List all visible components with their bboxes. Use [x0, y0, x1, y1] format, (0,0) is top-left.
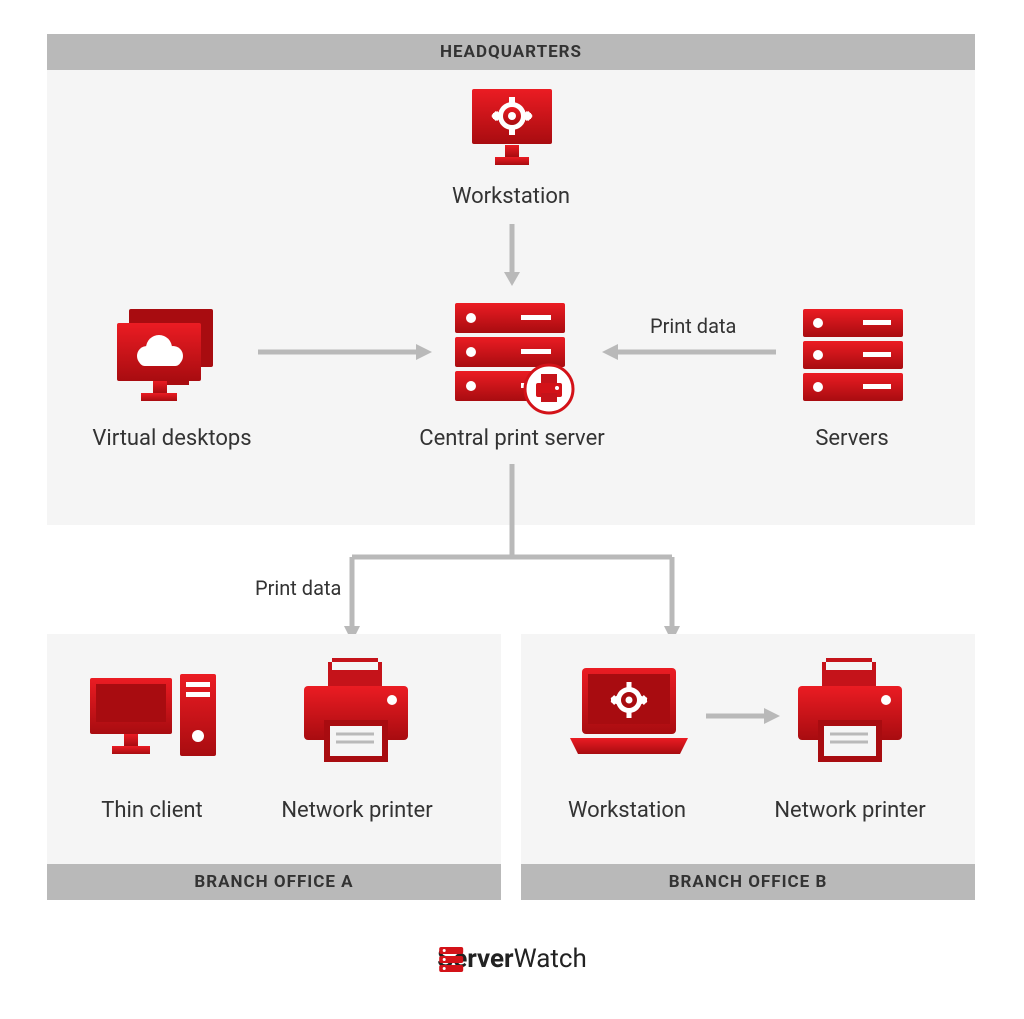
- network-printer-b-icon: [790, 658, 910, 773]
- thin-client-icon: [84, 668, 224, 778]
- network-printer-b-label: Network printer: [730, 798, 970, 823]
- virtual-desktops-label: Virtual desktops: [52, 426, 292, 451]
- central-print-server-label: Central print server: [392, 426, 632, 451]
- arrow-servers-to-central: [598, 340, 778, 364]
- network-printer-a-icon: [296, 658, 416, 773]
- arrow-workstation-to-central: [500, 222, 524, 290]
- branch-a-header: BRANCH OFFICE A: [47, 864, 501, 900]
- arrow-vdesktops-to-central: [256, 340, 436, 364]
- workstation-label: Workstation: [391, 184, 631, 209]
- connector-central-to-branches: [270, 462, 760, 652]
- edge-print-data-branches: Print data: [255, 576, 341, 600]
- network-printer-a-label: Network printer: [237, 798, 477, 823]
- hq-title: HEADQUARTERS: [440, 42, 582, 62]
- arrow-workstation-b-to-printer: [704, 704, 784, 728]
- hq-header: HEADQUARTERS: [47, 34, 975, 70]
- servers-icon: [798, 305, 908, 405]
- servers-label: Servers: [732, 426, 972, 451]
- brand-logo-icon: [437, 945, 465, 973]
- workstation-icon: [467, 85, 557, 170]
- branch-b-workstation-icon: [564, 660, 694, 770]
- thin-client-label: Thin client: [32, 798, 272, 823]
- central-print-server-icon: [449, 297, 579, 417]
- brand-name-reg: Watch: [514, 944, 587, 974]
- branch-b-header: BRANCH OFFICE B: [521, 864, 975, 900]
- edge-print-data-right: Print data: [650, 314, 736, 338]
- branch-a-title: BRANCH OFFICE A: [194, 872, 353, 892]
- branch-b-title: BRANCH OFFICE B: [669, 872, 828, 892]
- brand-logo: ServerWatch: [437, 944, 587, 974]
- branch-b-workstation-label: Workstation: [507, 798, 747, 823]
- virtual-desktops-icon: [111, 305, 231, 415]
